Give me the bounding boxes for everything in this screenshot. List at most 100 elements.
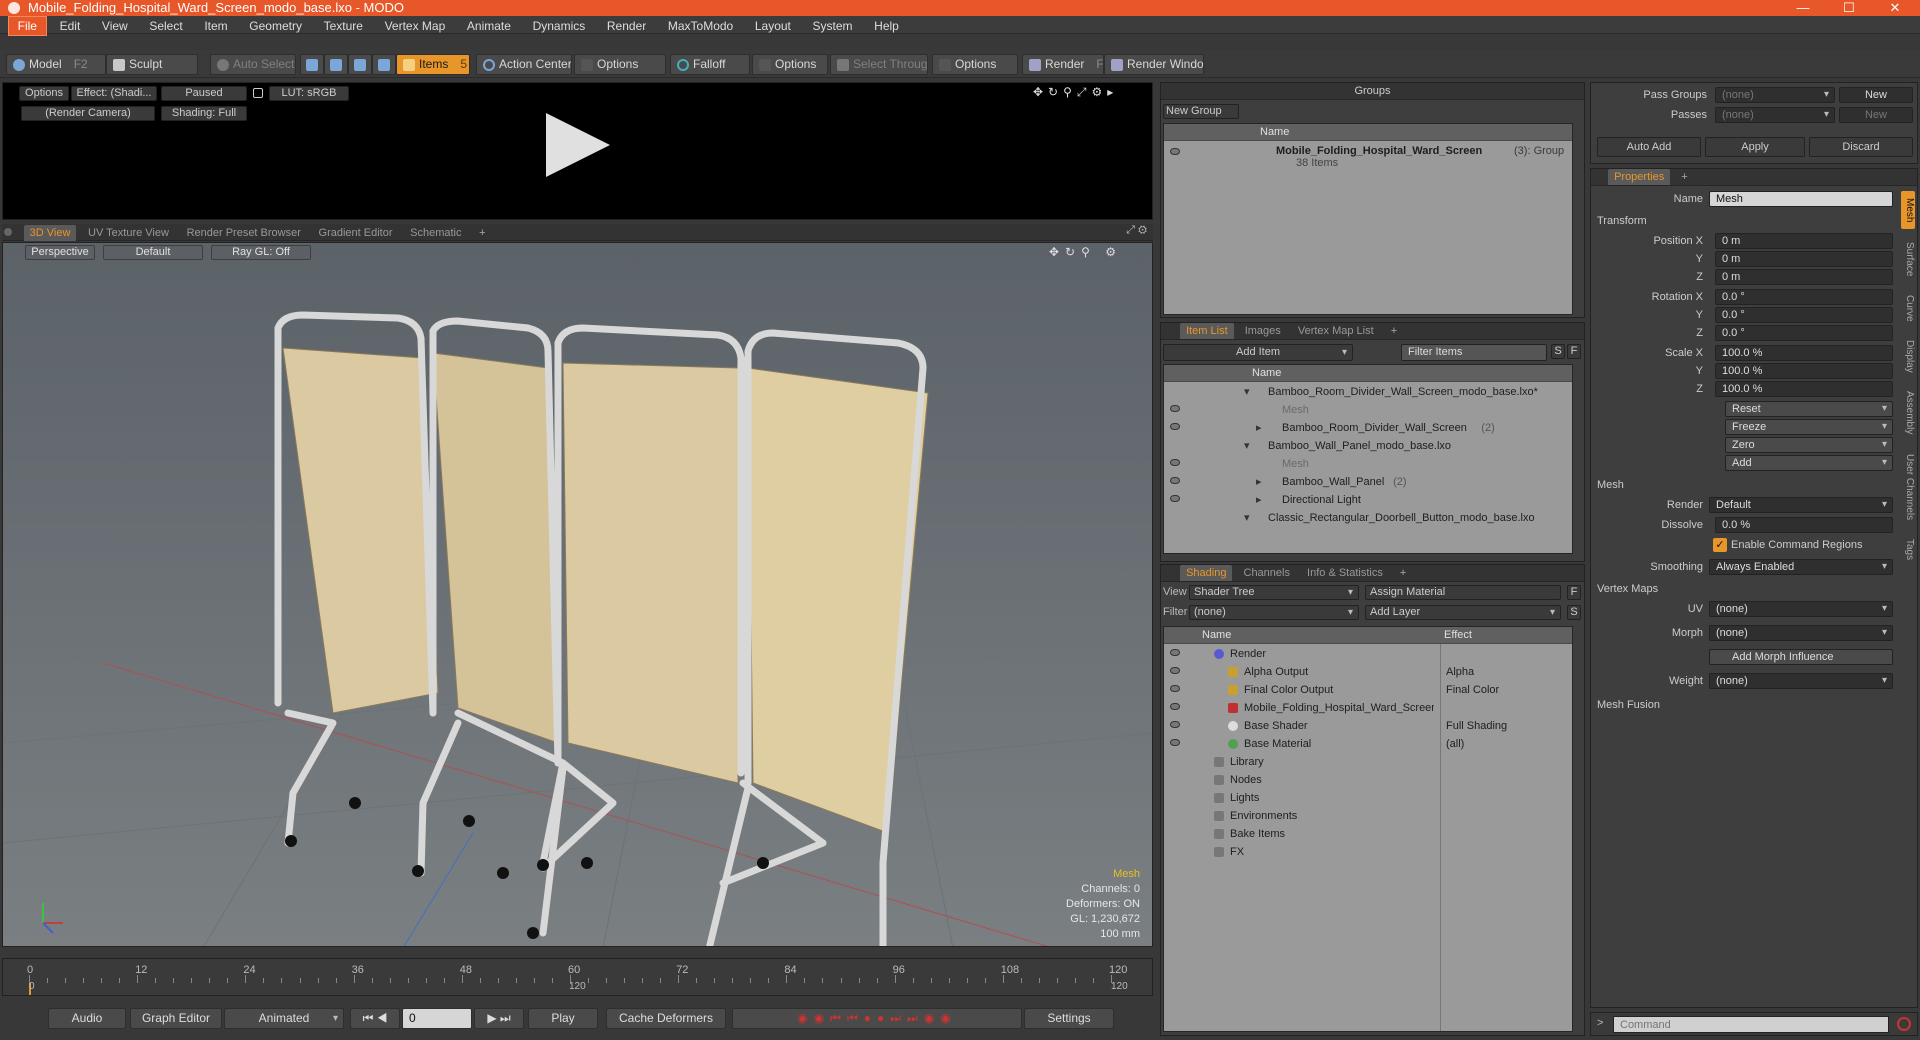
- record-icon[interactable]: [1897, 1017, 1911, 1031]
- side-tab-display[interactable]: Display: [1901, 333, 1915, 379]
- expand-right-icon[interactable]: ▸: [1256, 491, 1262, 509]
- visibility-icon[interactable]: [1170, 459, 1180, 466]
- visibility-icon[interactable]: [1170, 405, 1180, 412]
- visibility-icon[interactable]: [1170, 703, 1180, 710]
- shader-view-dropdown[interactable]: Shader Tree: [1189, 585, 1359, 600]
- sculpt-mode-button[interactable]: Sculpt: [106, 54, 198, 75]
- add-tab-button[interactable]: +: [1675, 169, 1693, 185]
- new-group-button[interactable]: New Group: [1163, 104, 1239, 119]
- render-preview[interactable]: Options Effect: (Shadi... Paused LUT: sR…: [2, 82, 1153, 220]
- menu-select[interactable]: Select: [140, 17, 191, 35]
- menu-animate[interactable]: Animate: [458, 17, 520, 35]
- smoothing-dropdown[interactable]: Always Enabled: [1709, 559, 1893, 575]
- side-tab-assembly[interactable]: Assembly: [1901, 385, 1915, 441]
- item-list-row[interactable]: ▸ Bamboo_Wall_Panel (2): [1164, 473, 1572, 491]
- visibility-icon[interactable]: [1170, 495, 1180, 502]
- preview-nav-icons[interactable]: ✥↻⚲⤢⚙▸: [1033, 85, 1118, 100]
- side-tab-mesh[interactable]: Mesh: [1901, 191, 1915, 229]
- timeline[interactable]: 0 12 24 36 48 60 72 84 96 108 120 0 120 120: [2, 958, 1153, 996]
- shader-item-effect[interactable]: (all): [1446, 735, 1464, 753]
- expand-down-icon[interactable]: ▾: [1244, 383, 1250, 401]
- render-window-button[interactable]: Render Window: [1104, 54, 1204, 75]
- play-icon[interactable]: [546, 113, 610, 177]
- tab-shading[interactable]: Shading: [1180, 565, 1233, 581]
- side-tab-tags[interactable]: Tags: [1901, 533, 1915, 567]
- filter-f-button[interactable]: F: [1567, 344, 1581, 359]
- assign-material-button[interactable]: Assign Material: [1365, 585, 1561, 600]
- polygons-mode-button[interactable]: [348, 54, 372, 75]
- name-input[interactable]: Mesh: [1709, 191, 1893, 207]
- menu-geometry[interactable]: Geometry: [240, 17, 311, 35]
- transform-section[interactable]: Transform: [1597, 213, 1647, 229]
- visibility-icon[interactable]: [1170, 667, 1180, 674]
- scale-y-input[interactable]: 100.0 %: [1715, 363, 1893, 379]
- add-dropdown[interactable]: Add: [1725, 455, 1893, 471]
- morph-dropdown[interactable]: (none): [1709, 625, 1893, 641]
- freeze-dropdown[interactable]: Freeze: [1725, 419, 1893, 435]
- scale-x-input[interactable]: 100.0 %: [1715, 345, 1893, 361]
- shader-row[interactable]: Library: [1164, 753, 1572, 771]
- vertices-mode-button[interactable]: [300, 54, 324, 75]
- group-row[interactable]: Mobile_Folding_Hospital_Ward_Screen (3):…: [1164, 144, 1572, 174]
- maximize-icon[interactable]: ☐: [1826, 0, 1872, 15]
- weight-dropdown[interactable]: (none): [1709, 673, 1893, 689]
- tab-channels[interactable]: Channels: [1238, 565, 1296, 581]
- add-morph-influence-button[interactable]: Add Morph Influence: [1709, 649, 1893, 665]
- shader-row[interactable]: Base Material (all): [1164, 735, 1572, 753]
- render-camera-dropdown[interactable]: (Render Camera): [21, 106, 155, 121]
- item-list-row[interactable]: ▾ Classic_Rectangular_Doorbell_Button_mod…: [1164, 509, 1572, 527]
- zero-dropdown[interactable]: Zero: [1725, 437, 1893, 453]
- shader-row[interactable]: Render: [1164, 645, 1572, 663]
- vertex-maps-section[interactable]: Vertex Maps: [1597, 581, 1658, 597]
- skip-back-buttons[interactable]: ⏮ ◀: [350, 1008, 400, 1029]
- discard-button[interactable]: Discard: [1809, 137, 1913, 157]
- mesh-fusion-section[interactable]: Mesh Fusion: [1597, 697, 1660, 713]
- falloff-options-button[interactable]: Options: [752, 54, 828, 75]
- shader-row[interactable]: Mobile_Folding_Hospital_Ward_Screen: [1164, 699, 1572, 717]
- item-list-row[interactable]: ▾ Bamboo_Room_Divider_Wall_Screen_modo_ba…: [1164, 383, 1572, 401]
- action-center-options-button[interactable]: Options: [574, 54, 666, 75]
- preview-options-button[interactable]: Options: [19, 86, 69, 101]
- maximize-view-icon[interactable]: ⤢ ⚙: [1126, 224, 1147, 237]
- cache-deformers-button[interactable]: Cache Deformers: [606, 1008, 726, 1029]
- shading-dropdown[interactable]: Shading: Full: [161, 106, 247, 121]
- visibility-icon[interactable]: [1170, 721, 1180, 728]
- panel-menu-icon[interactable]: [4, 228, 12, 236]
- edges-mode-button[interactable]: [324, 54, 348, 75]
- add-tab-button[interactable]: +: [1394, 565, 1412, 581]
- skip-forward-buttons[interactable]: ▶ ⏭: [474, 1008, 524, 1029]
- auto-select-button[interactable]: Auto Select: [210, 54, 296, 75]
- expand-down-icon[interactable]: ▾: [1244, 437, 1250, 455]
- menu-help[interactable]: Help: [865, 17, 908, 35]
- shader-item-effect[interactable]: Full Shading: [1446, 717, 1507, 735]
- tab-vertex-map-list[interactable]: Vertex Map List: [1292, 323, 1380, 339]
- filter-s-button[interactable]: S: [1551, 344, 1565, 359]
- rotation-x-input[interactable]: 0.0 °: [1715, 289, 1893, 305]
- close-icon[interactable]: ✕: [1872, 0, 1918, 15]
- scene-canvas[interactable]: [3, 243, 1153, 947]
- visibility-icon[interactable]: [1170, 685, 1180, 692]
- shader-row[interactable]: Alpha Output Alpha: [1164, 663, 1572, 681]
- menu-maxtomodo[interactable]: MaxToModo: [659, 17, 742, 35]
- shading-f-button[interactable]: F: [1567, 585, 1581, 600]
- menu-vertex-map[interactable]: Vertex Map: [376, 17, 455, 35]
- tab-render-preset-browser[interactable]: Render Preset Browser: [181, 225, 307, 241]
- lock-icon[interactable]: [253, 88, 263, 98]
- menu-texture[interactable]: Texture: [315, 17, 372, 35]
- command-input[interactable]: [1613, 1016, 1889, 1033]
- menu-layout[interactable]: Layout: [746, 17, 800, 35]
- item-list-row[interactable]: Mesh: [1164, 401, 1572, 419]
- model-mode-button[interactable]: Model F2: [6, 54, 106, 75]
- visibility-icon[interactable]: [1170, 649, 1180, 656]
- render-button[interactable]: RenderF9: [1022, 54, 1104, 75]
- position-x-input[interactable]: 0 m: [1715, 233, 1893, 249]
- position-y-input[interactable]: 0 m: [1715, 251, 1893, 267]
- shader-item-effect[interactable]: Final Color: [1446, 681, 1499, 699]
- falloff-button[interactable]: Falloff: [670, 54, 750, 75]
- visibility-icon[interactable]: [1170, 739, 1180, 746]
- menu-dynamics[interactable]: Dynamics: [524, 17, 595, 35]
- tab-info-statistics[interactable]: Info & Statistics: [1301, 565, 1389, 581]
- effect-dropdown[interactable]: Effect: (Shadi...: [71, 86, 157, 101]
- item-list-row[interactable]: ▸ Directional Light: [1164, 491, 1572, 509]
- auto-add-button[interactable]: Auto Add: [1597, 137, 1701, 157]
